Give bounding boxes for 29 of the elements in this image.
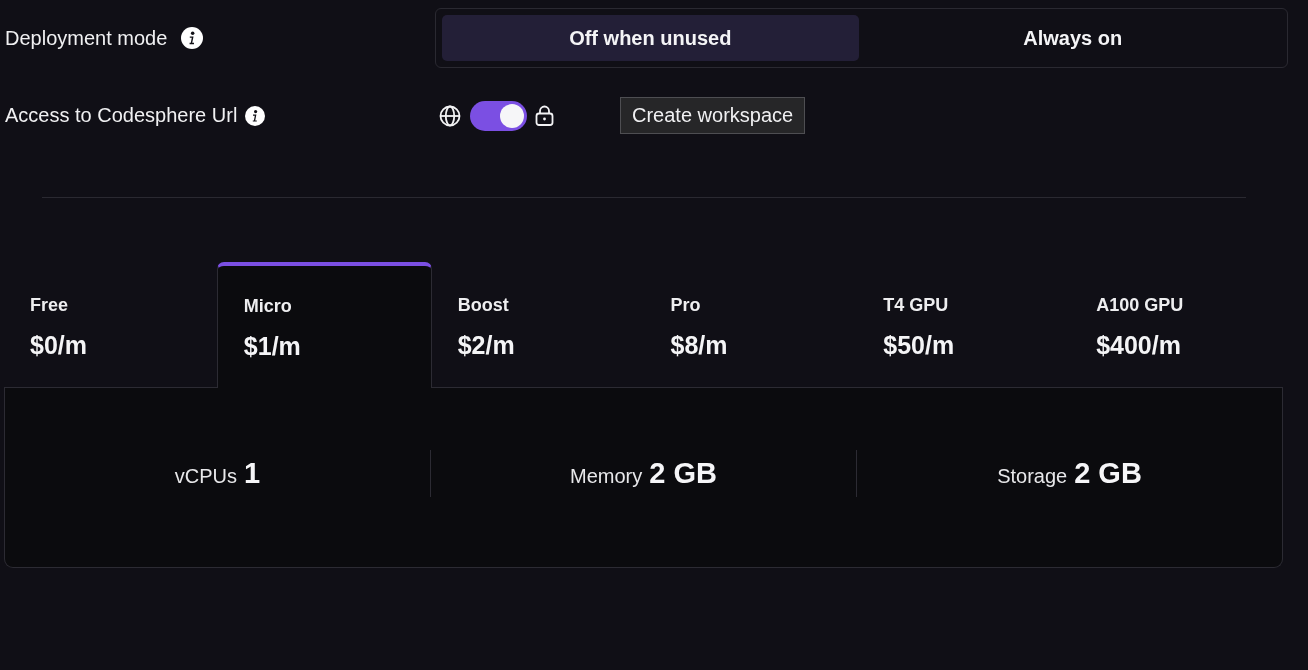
plan-price: $2/m xyxy=(457,331,516,360)
plan-name: Pro xyxy=(670,295,702,316)
plan-name: Free xyxy=(30,295,70,316)
plan-price: $0/m xyxy=(30,331,88,360)
info-icon[interactable] xyxy=(181,27,204,49)
plan-name: Boost xyxy=(457,295,510,316)
plan-name: A100 GPU xyxy=(1096,295,1185,316)
spec-label: Storage xyxy=(997,465,1068,488)
spec-label: Memory xyxy=(570,465,643,488)
setting-label: Deployment mode xyxy=(5,26,168,50)
lock-icon xyxy=(535,105,554,126)
plan-price: $8/m xyxy=(670,331,729,360)
plan-price: $1/m xyxy=(243,332,302,361)
toggle-switch[interactable] xyxy=(470,100,527,131)
info-icon[interactable] xyxy=(245,105,266,126)
spec-label: vCPUs xyxy=(174,465,238,488)
spec-value: 1 xyxy=(244,457,261,490)
plan-name: T4 GPU xyxy=(883,295,950,316)
create-workspace-button[interactable]: Create workspace xyxy=(620,97,806,134)
plan-name: Micro xyxy=(243,296,293,317)
setting-label: Access to Codesphere Url xyxy=(5,104,238,127)
plan-price: $400/m xyxy=(1096,331,1182,360)
spec-value: 2 GB xyxy=(649,457,717,490)
globe-icon xyxy=(439,104,461,127)
segment-option[interactable]: Always on xyxy=(864,15,1281,61)
segment-option[interactable]: Off when unused xyxy=(442,15,859,61)
plan-price: $50/m xyxy=(883,331,956,360)
spec-value: 2 GB xyxy=(1074,457,1142,490)
plan-tab[interactable]: Micro $1/m xyxy=(216,262,432,388)
